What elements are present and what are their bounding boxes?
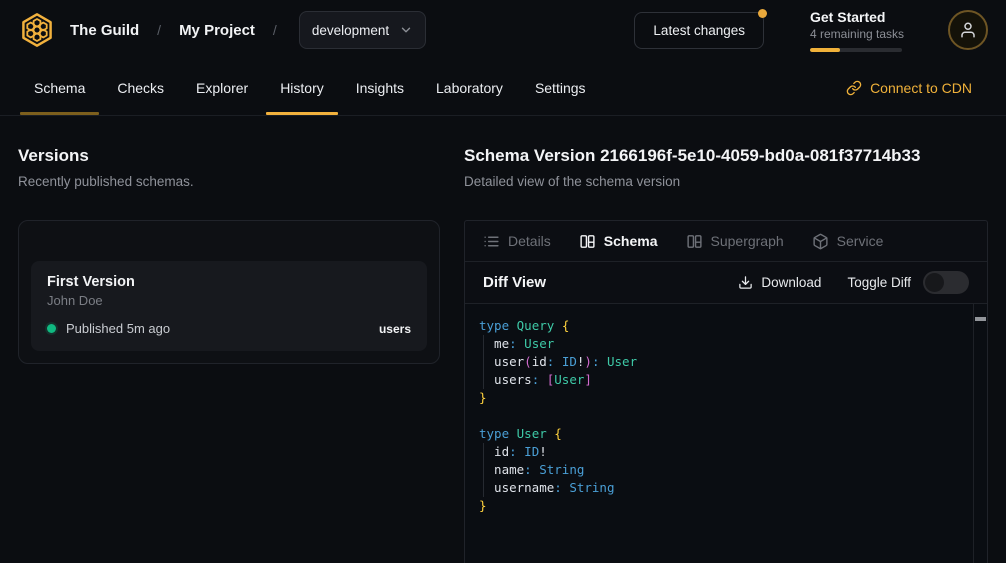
code-scrollbar[interactable] <box>973 304 987 563</box>
indent-guide <box>483 443 484 497</box>
tab-settings[interactable]: Settings <box>519 60 602 115</box>
detail-tab-details[interactable]: Details <box>483 233 551 250</box>
version-detail-title: Schema Version 2166196f-5e10-4059-bd0a-0… <box>464 146 988 166</box>
target-selector[interactable]: development <box>299 11 426 49</box>
switch-knob <box>925 273 944 292</box>
chevron-down-icon <box>399 23 413 37</box>
app-root: The Guild / My Project / development Lat… <box>0 0 1006 563</box>
hive-logo[interactable] <box>18 11 56 49</box>
get-started-progressbar <box>810 48 902 52</box>
user-menu-button[interactable] <box>948 10 988 50</box>
connect-to-cdn-link[interactable]: Connect to CDN <box>846 80 972 96</box>
code-line: me: User <box>479 335 973 353</box>
toggle-diff-switch[interactable] <box>923 271 969 294</box>
tab-checks[interactable]: Checks <box>101 60 180 115</box>
detail-tab-supergraph[interactable]: Supergraph <box>686 233 784 250</box>
code-scrollbar-thumb[interactable] <box>975 317 986 321</box>
tab-schema[interactable]: Schema <box>18 60 101 115</box>
breadcrumb-organization[interactable]: The Guild <box>70 22 139 39</box>
toggle-diff-label: Toggle Diff <box>847 275 911 290</box>
service-badge: users <box>379 322 411 336</box>
breadcrumb-separator: / <box>157 22 161 38</box>
get-started-progress-fill <box>810 48 840 52</box>
tab-history[interactable]: History <box>264 60 340 115</box>
diff-view-toolbar: Diff View Download Toggle Diff <box>465 262 987 304</box>
header-right: Latest changes Get Started 4 remaining t… <box>634 9 988 52</box>
download-button[interactable]: Download <box>738 275 821 290</box>
notification-dot <box>758 9 767 18</box>
published-status-dot <box>47 324 56 333</box>
version-list-item[interactable]: First Version John Doe Published 5m ago … <box>31 261 427 351</box>
target-tabs: Schema Checks Explorer History Insights … <box>18 60 602 115</box>
app-header: The Guild / My Project / development Lat… <box>0 0 1006 60</box>
nav-right: Connect to CDN <box>846 60 988 115</box>
version-detail-subtitle: Detailed view of the schema version <box>464 174 988 189</box>
detail-tabs: Details Schema Supergraph Service <box>465 221 987 262</box>
schema-code-viewer: type Query { me: User user(id: ID!): Use… <box>465 304 987 563</box>
target-nav: Schema Checks Explorer History Insights … <box>0 60 1006 116</box>
link-icon <box>846 80 862 96</box>
get-started-subtitle: 4 remaining tasks <box>810 27 902 41</box>
versions-subtitle: Recently published schemas. <box>18 174 440 189</box>
diff-actions: Download Toggle Diff <box>738 271 969 294</box>
code-scroll-region[interactable]: type Query { me: User user(id: ID!): Use… <box>465 304 973 563</box>
person-icon <box>959 21 977 39</box>
code-line: } <box>479 497 973 515</box>
versions-section: Versions Recently published schemas. Fir… <box>18 146 440 563</box>
latest-changes-button[interactable]: Latest changes <box>634 12 764 49</box>
detail-tab-service[interactable]: Service <box>812 233 884 250</box>
code-line: user(id: ID!): User <box>479 353 973 371</box>
version-status-row: Published 5m ago users <box>47 321 411 336</box>
columns-icon <box>686 233 703 250</box>
toggle-diff-control: Toggle Diff <box>847 271 969 294</box>
code-line: type User { <box>479 425 973 443</box>
breadcrumb-project[interactable]: My Project <box>179 22 255 39</box>
code-line: id: ID! <box>479 443 973 461</box>
code-line <box>479 407 973 425</box>
version-author: John Doe <box>47 293 411 308</box>
breadcrumb: The Guild / My Project / <box>70 22 277 39</box>
cube-icon <box>812 233 829 250</box>
versions-title: Versions <box>18 146 440 166</box>
list-icon <box>483 233 500 250</box>
code-line: users: [User] <box>479 371 973 389</box>
detail-tab-schema[interactable]: Schema <box>579 233 658 250</box>
version-detail-panel: Details Schema Supergraph Service <box>464 220 988 563</box>
code-line: type Query { <box>479 317 973 335</box>
breadcrumb-separator: / <box>273 22 277 38</box>
versions-card: First Version John Doe Published 5m ago … <box>18 220 440 364</box>
download-icon <box>738 275 753 290</box>
version-name: First Version <box>47 274 411 290</box>
tab-laboratory[interactable]: Laboratory <box>420 60 519 115</box>
code-line: } <box>479 389 973 407</box>
get-started-title: Get Started <box>810 9 902 25</box>
main-content: Versions Recently published schemas. Fir… <box>0 116 1006 563</box>
tab-insights[interactable]: Insights <box>340 60 420 115</box>
indent-guide <box>483 335 484 389</box>
target-selector-value: development <box>312 23 389 38</box>
code-line: name: String <box>479 461 973 479</box>
code-line: username: String <box>479 479 973 497</box>
diff-view-title: Diff View <box>483 274 546 291</box>
columns-icon <box>579 233 596 250</box>
tab-explorer[interactable]: Explorer <box>180 60 264 115</box>
get-started-widget[interactable]: Get Started 4 remaining tasks <box>810 9 902 52</box>
version-status-text: Published 5m ago <box>66 321 170 336</box>
version-detail-section: Schema Version 2166196f-5e10-4059-bd0a-0… <box>464 146 988 563</box>
